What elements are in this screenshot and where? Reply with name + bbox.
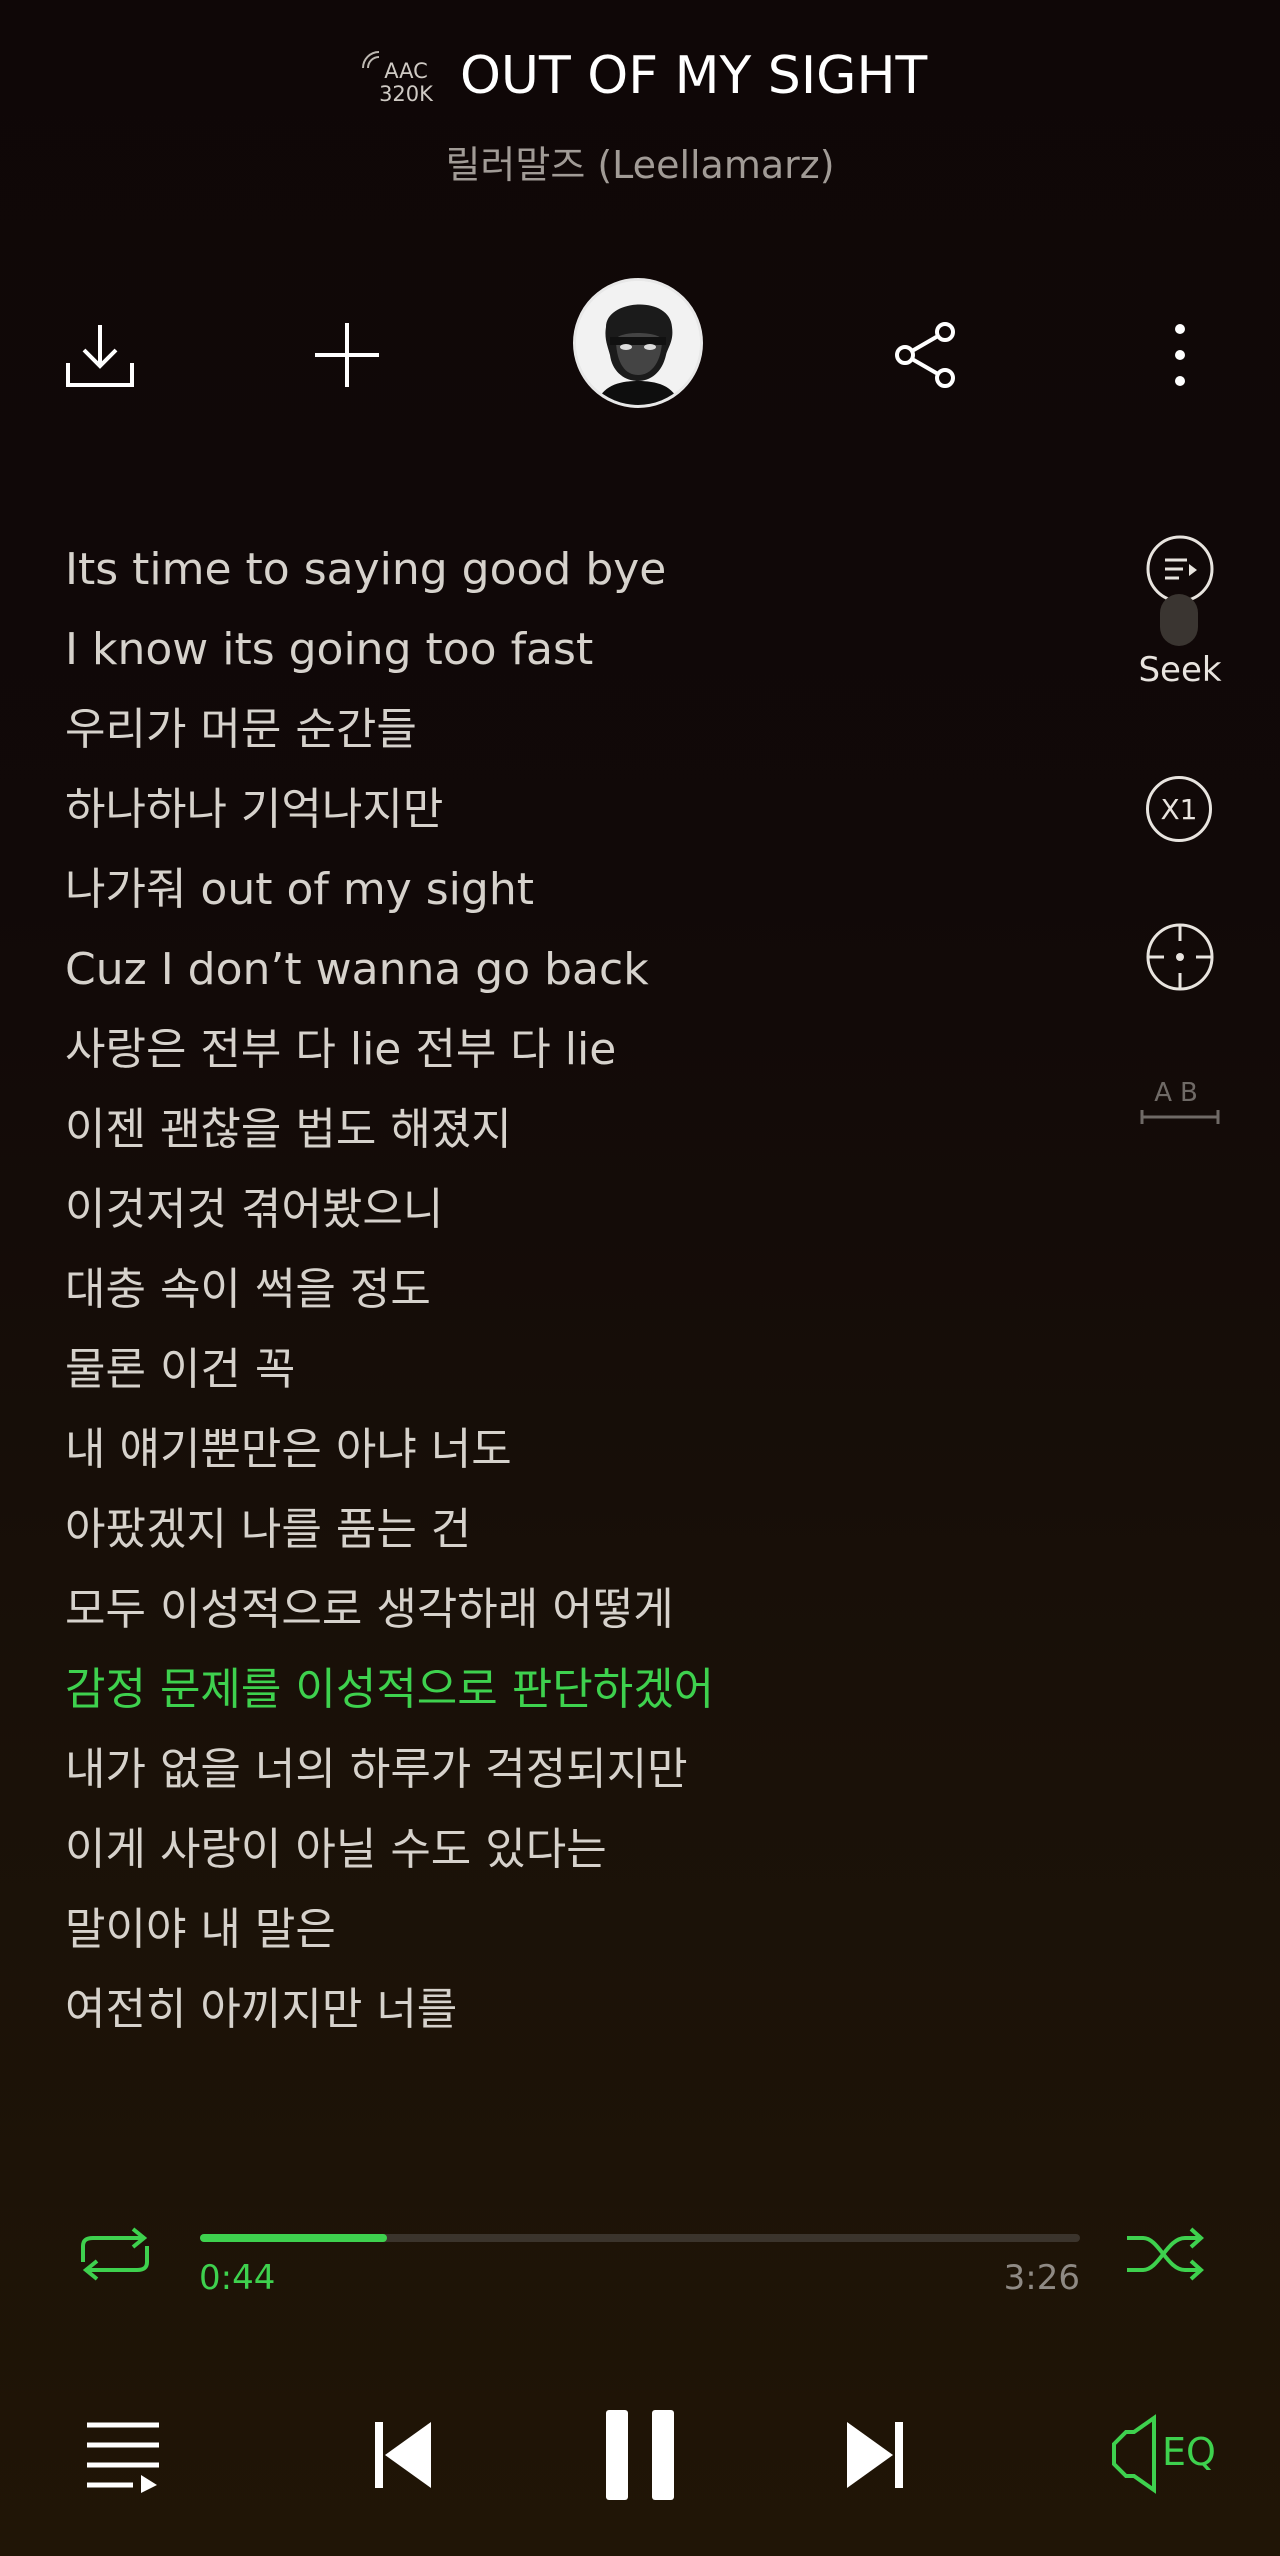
download-icon bbox=[66, 325, 134, 387]
more-vertical-icon bbox=[1175, 324, 1185, 386]
lyric-line[interactable]: 내가 없을 너의 하루가 걱정되지만 bbox=[65, 1730, 1085, 1810]
song-title: OUT OF MY SIGHT bbox=[460, 46, 928, 106]
pause-icon bbox=[606, 2410, 674, 2500]
next-button[interactable] bbox=[830, 2410, 920, 2500]
seek-label: Seek bbox=[1138, 650, 1222, 690]
lyric-line[interactable]: 대충 속이 썩을 정도 bbox=[65, 1250, 1085, 1330]
skip-previous-icon bbox=[375, 2422, 431, 2488]
bitrate-label: 320K bbox=[379, 82, 433, 106]
seek-toggle[interactable] bbox=[1160, 594, 1198, 646]
repeat-button[interactable] bbox=[70, 2222, 160, 2286]
lyric-line[interactable]: 물론 이건 꼭 bbox=[65, 1330, 1085, 1410]
eq-label: EQ bbox=[1162, 2430, 1216, 2474]
previous-button[interactable] bbox=[358, 2410, 448, 2500]
lyric-line[interactable]: 이것저것 겪어봤으니 bbox=[65, 1170, 1085, 1250]
lyric-line[interactable]: 내 얘기뿐만은 아냐 너도 bbox=[65, 1410, 1085, 1490]
skip-next-icon bbox=[847, 2422, 903, 2488]
playlist-icon bbox=[87, 2422, 159, 2493]
share-icon bbox=[895, 322, 955, 388]
crosshair-icon bbox=[1146, 923, 1214, 991]
album-art[interactable] bbox=[573, 278, 703, 408]
lyric-line[interactable]: 하나하나 기억나지만 bbox=[65, 770, 1085, 850]
speed-label: X1 bbox=[1160, 792, 1198, 826]
artist-name[interactable]: 릴러말즈 (Leellamarz) bbox=[0, 134, 1280, 189]
ab-label: AB bbox=[1154, 1078, 1206, 1108]
artist-portrait-image bbox=[576, 281, 700, 405]
lyric-line[interactable]: Cuz I don’t wanna go back bbox=[65, 930, 1085, 1010]
eq-button[interactable]: EQ bbox=[1110, 2404, 1220, 2504]
lyric-line[interactable]: I know its going too fast bbox=[65, 610, 1085, 690]
shuffle-icon bbox=[1127, 2227, 1204, 2281]
codec-label: AAC bbox=[384, 59, 428, 83]
audio-quality-badge: AAC 320K bbox=[360, 48, 438, 108]
lyric-line-active[interactable]: 감정 문제를 이성적으로 판단하겠어 bbox=[65, 1650, 1085, 1730]
lyrics-panel[interactable]: Its time to saying good bye I know its go… bbox=[65, 530, 1085, 2050]
pause-button[interactable] bbox=[595, 2400, 685, 2510]
add-to-playlist-button[interactable] bbox=[302, 310, 392, 400]
progress-bar[interactable] bbox=[200, 2234, 1080, 2242]
lyric-line[interactable]: 사랑은 전부 다 lie 전부 다 lie bbox=[65, 1010, 1085, 1090]
playlist-button[interactable] bbox=[78, 2410, 168, 2500]
lyric-line[interactable]: 여전히 아끼지만 너를 bbox=[65, 1970, 1085, 2050]
more-options-button[interactable] bbox=[1135, 310, 1225, 400]
playback-speed-button[interactable]: X1 bbox=[1146, 776, 1212, 842]
sync-lyrics-button[interactable] bbox=[1143, 920, 1217, 994]
share-button[interactable] bbox=[880, 310, 970, 400]
lyric-line[interactable]: 이게 사랑이 아닐 수도 있다는 bbox=[65, 1810, 1085, 1890]
current-time: 0:44 bbox=[199, 2258, 276, 2298]
shuffle-button[interactable] bbox=[1120, 2222, 1210, 2286]
lyric-line[interactable]: 모두 이성적으로 생각하래 어떻게 bbox=[65, 1570, 1085, 1650]
ab-range-icon bbox=[1140, 1110, 1220, 1124]
lyric-line[interactable]: 나가줘 out of my sight bbox=[65, 850, 1085, 930]
total-time: 3:26 bbox=[1003, 2258, 1080, 2298]
repeat-icon bbox=[81, 2227, 149, 2281]
lyric-line[interactable]: 우리가 머문 순간들 bbox=[65, 690, 1085, 770]
download-button[interactable] bbox=[55, 310, 145, 400]
ab-repeat-button[interactable]: AB bbox=[1138, 1078, 1222, 1126]
lyric-line[interactable]: 아팠겠지 나를 품는 건 bbox=[65, 1490, 1085, 1570]
plus-icon bbox=[315, 323, 379, 387]
lyric-line[interactable]: 이젠 괜찮을 법도 해졌지 bbox=[65, 1090, 1085, 1170]
lyric-line[interactable]: Its time to saying good bye bbox=[65, 530, 1085, 610]
progress-fill bbox=[200, 2234, 388, 2242]
lyric-line[interactable]: 말이야 내 말은 bbox=[65, 1890, 1085, 1970]
